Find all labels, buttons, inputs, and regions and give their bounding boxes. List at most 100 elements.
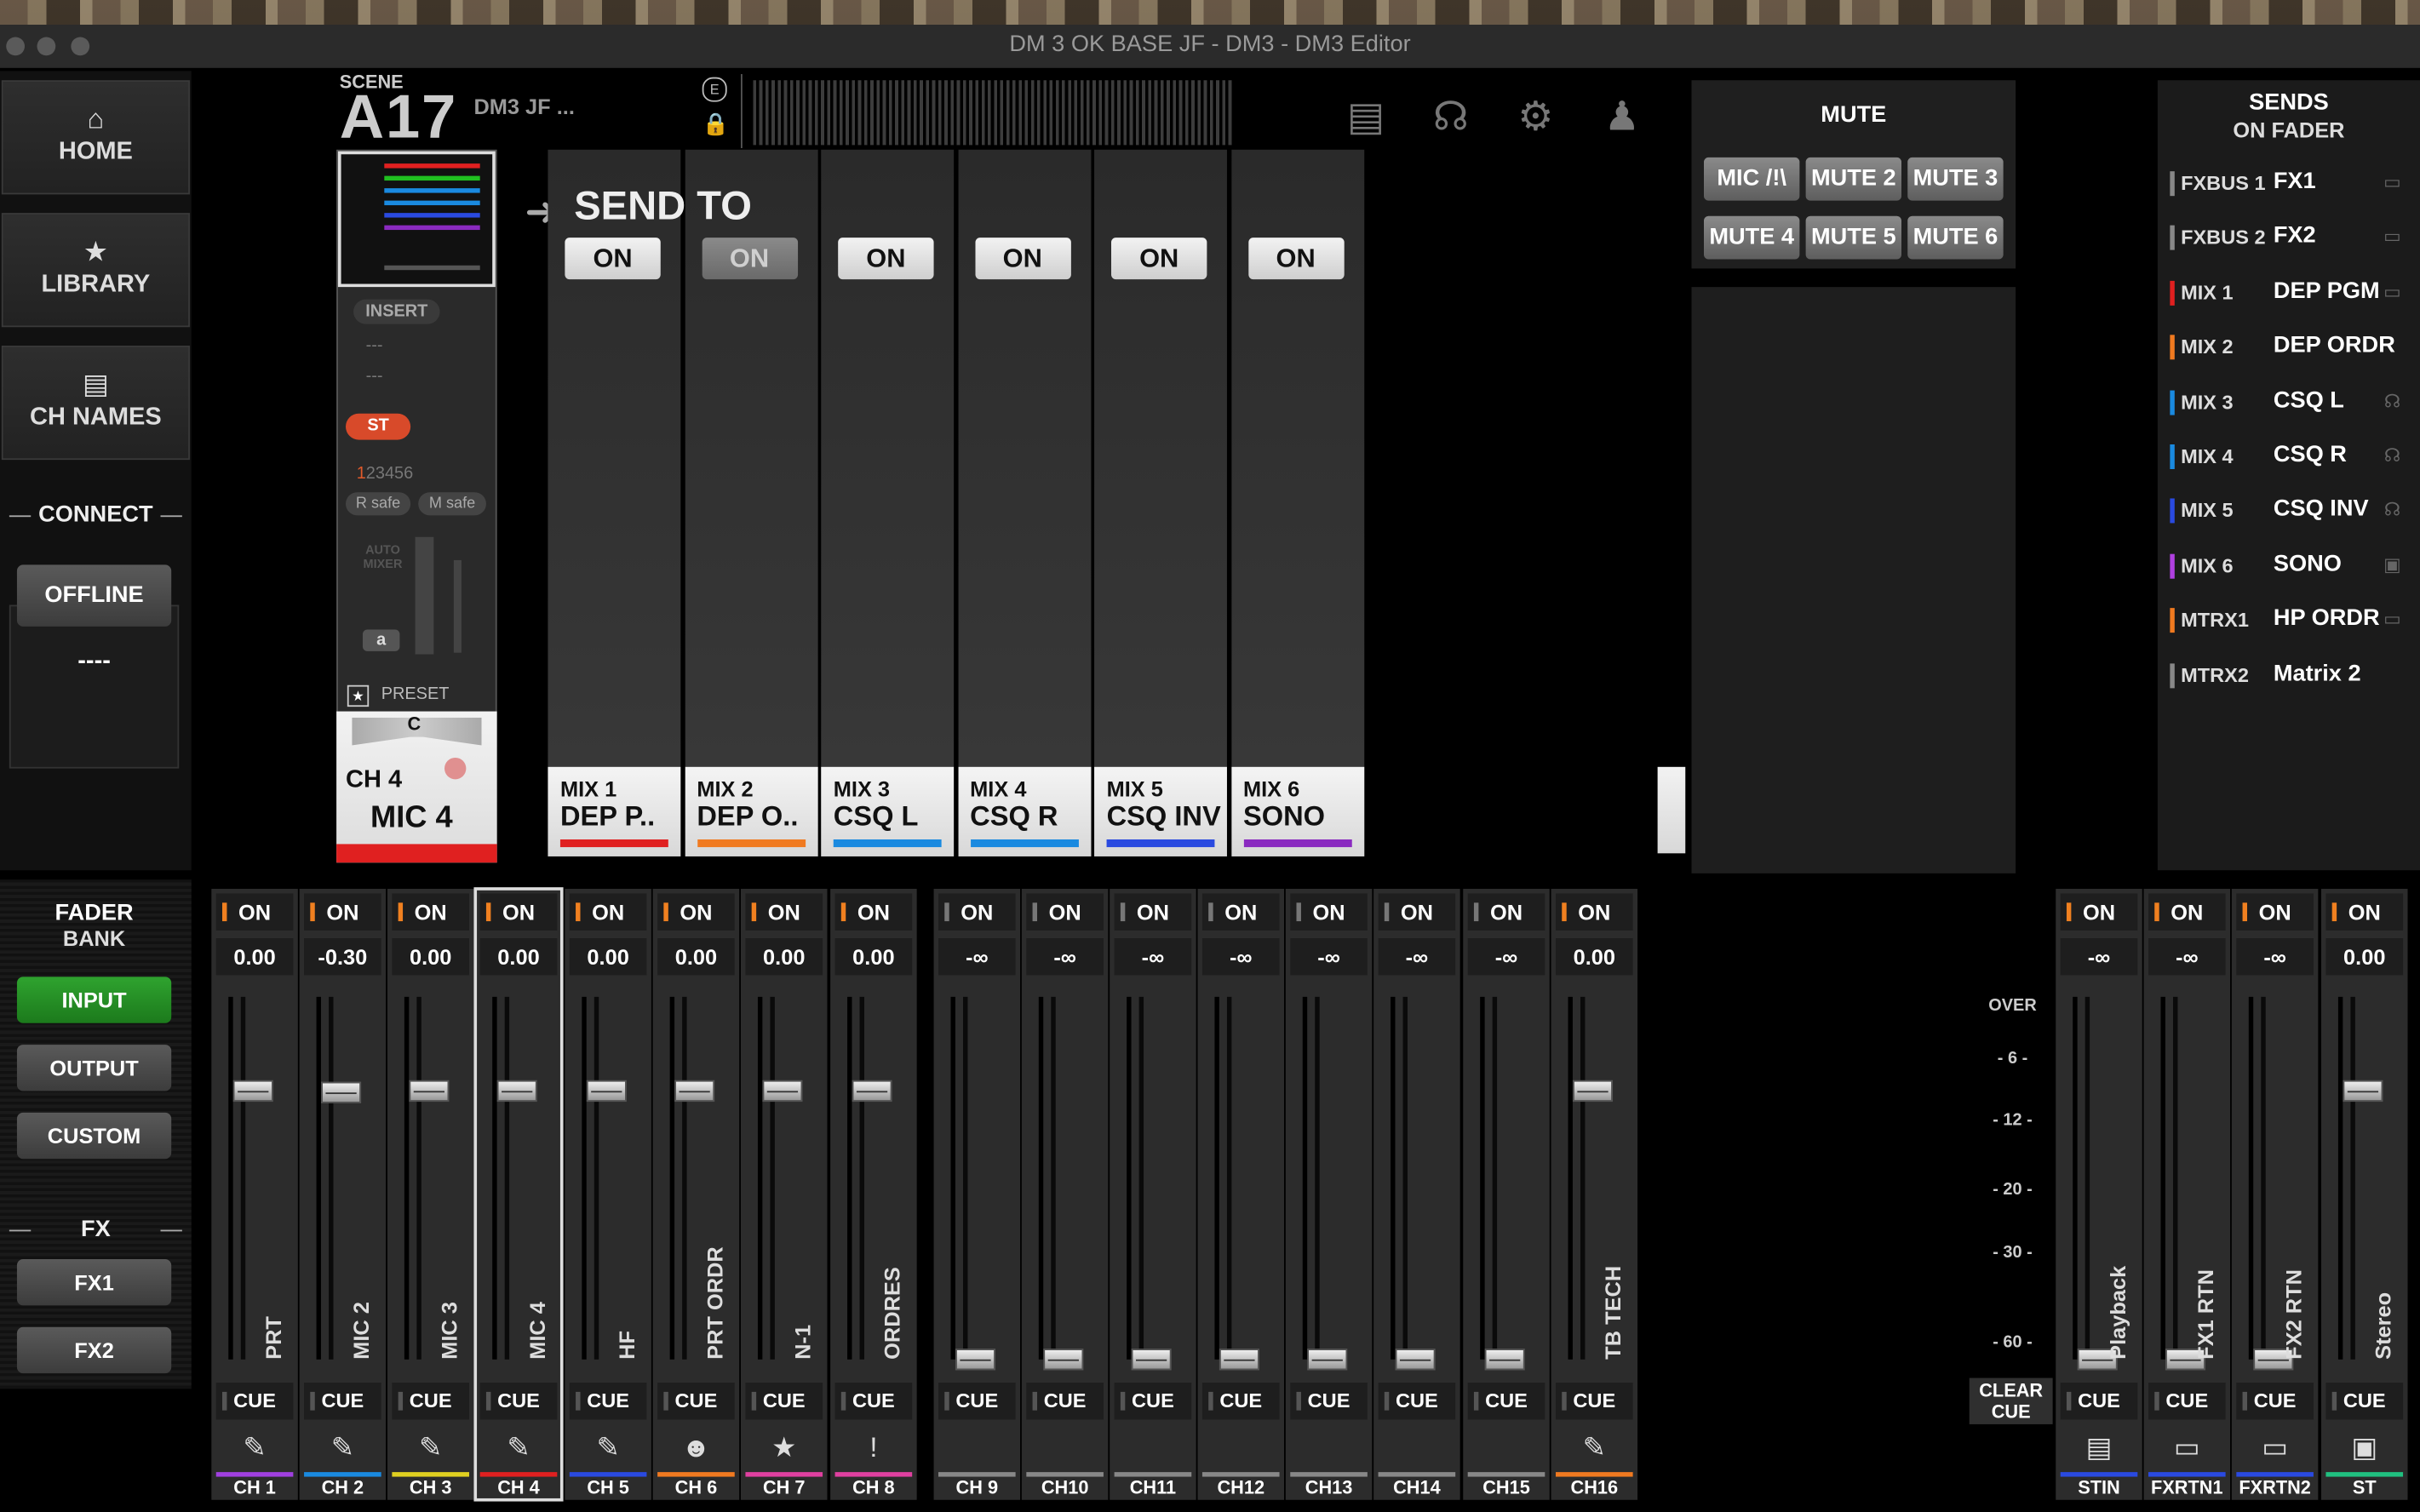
- scene-title[interactable]: DM3 JF ...: [473, 94, 574, 119]
- send-row[interactable]: MTRX1 HP ORDR ▭: [2170, 605, 2411, 636]
- edit-icon[interactable]: E: [702, 77, 727, 102]
- fader-knob[interactable]: [2343, 1080, 2383, 1102]
- custom-bank-button[interactable]: CUSTOM: [16, 1112, 172, 1160]
- fader-knob[interactable]: [1131, 1349, 1172, 1371]
- auto-mixer-group-button[interactable]: a: [362, 629, 400, 651]
- mute-safe-button[interactable]: M safe: [418, 492, 486, 516]
- channel-number[interactable]: CH 9: [934, 1477, 1021, 1505]
- fader-value[interactable]: -∞: [1026, 938, 1104, 976]
- speaker-icon[interactable]: ▣: [2325, 1426, 2403, 1469]
- channel-number[interactable]: CH 2: [300, 1477, 387, 1505]
- send-mix-label[interactable]: MIX 5 CSQ INV: [1094, 766, 1227, 856]
- send-on-button[interactable]: ON: [838, 238, 934, 280]
- library-button[interactable]: ★ LIBRARY: [1, 213, 190, 328]
- channel-number[interactable]: STIN: [2056, 1477, 2142, 1505]
- channel-on-button[interactable]: ON: [745, 893, 823, 931]
- channel-number[interactable]: ST: [2321, 1477, 2408, 1505]
- send-mix-label[interactable]: MIX 4 CSQ R: [957, 766, 1091, 856]
- usb-icon[interactable]: ▤: [2061, 1426, 2138, 1469]
- cue-button[interactable]: CUE: [1114, 1383, 1192, 1420]
- ch-names-button[interactable]: ▤ CH NAMES: [1, 346, 190, 461]
- scene-number[interactable]: A17: [340, 83, 457, 153]
- cue-button[interactable]: CUE: [938, 1383, 1016, 1420]
- channel-on-button[interactable]: ON: [569, 893, 647, 931]
- cue-button[interactable]: CUE: [1467, 1383, 1545, 1420]
- fader-value[interactable]: -∞: [1378, 938, 1456, 976]
- insert-slot-2[interactable]: ---: [366, 367, 383, 386]
- channel-on-button[interactable]: ON: [1467, 893, 1545, 931]
- preset-star-icon[interactable]: ★: [347, 684, 370, 707]
- fader-value[interactable]: 0.00: [657, 938, 735, 976]
- channel-on-button[interactable]: ON: [1026, 893, 1104, 931]
- channel-on-button[interactable]: ON: [2148, 893, 2226, 931]
- cue-button[interactable]: CUE: [1026, 1383, 1104, 1420]
- fader-knob[interactable]: [1484, 1349, 1525, 1371]
- channel-number[interactable]: CH 6: [653, 1477, 740, 1505]
- dca-assign[interactable]: 123456: [357, 465, 414, 484]
- fader-knob[interactable]: [955, 1349, 996, 1371]
- next-send-partial[interactable]: [1657, 766, 1686, 854]
- lock-icon[interactable]: 🔒: [702, 112, 730, 136]
- channel-number[interactable]: CH16: [1551, 1477, 1638, 1505]
- cue-button[interactable]: CUE: [304, 1383, 381, 1420]
- channel-number[interactable]: CH15: [1463, 1477, 1550, 1505]
- channel-on-button[interactable]: ON: [479, 893, 558, 931]
- channel-number[interactable]: CH13: [1286, 1477, 1373, 1505]
- preset-label[interactable]: PRESET: [381, 685, 450, 704]
- channel-on-button[interactable]: ON: [2060, 893, 2138, 931]
- mic-icon[interactable]: ✎: [392, 1426, 469, 1469]
- channel-icon[interactable]: [1026, 1426, 1104, 1469]
- channel-number[interactable]: CH 7: [741, 1477, 828, 1505]
- mute-group-button[interactable]: MUTE 2: [1805, 157, 1901, 201]
- channel-on-button[interactable]: ON: [657, 893, 735, 931]
- input-bank-button[interactable]: INPUT: [16, 976, 172, 1023]
- send-on-button[interactable]: ON: [701, 238, 798, 280]
- insert-button[interactable]: INSERT: [353, 299, 440, 324]
- mute-group-button[interactable]: MUTE 3: [1907, 157, 2004, 201]
- cue-button[interactable]: CUE: [2148, 1383, 2226, 1420]
- offline-button[interactable]: OFFLINE: [16, 564, 172, 627]
- auto-mixer-label[interactable]: AUTO MIXER: [357, 543, 410, 571]
- cue-button[interactable]: CUE: [1556, 1383, 1633, 1420]
- channel-on-button[interactable]: ON: [1378, 893, 1456, 931]
- exclaim-icon[interactable]: !: [835, 1426, 913, 1469]
- channel-number[interactable]: FXRTN1: [2144, 1477, 2231, 1505]
- channel-on-button[interactable]: ON: [304, 893, 381, 931]
- fader-value[interactable]: -∞: [1201, 938, 1280, 976]
- fader-knob[interactable]: [1572, 1080, 1614, 1102]
- channel-on-button[interactable]: ON: [1290, 893, 1368, 931]
- channel-on-button[interactable]: ON: [1201, 893, 1280, 931]
- mic-icon[interactable]: ✎: [480, 1426, 558, 1469]
- cue-button[interactable]: CUE: [392, 1383, 469, 1420]
- send-row[interactable]: MTRX2 Matrix 2: [2170, 660, 2411, 690]
- channel-icon[interactable]: [1202, 1426, 1280, 1469]
- cue-button[interactable]: CUE: [1290, 1383, 1368, 1420]
- mute-group-button[interactable]: MUTE 4: [1704, 215, 1800, 260]
- fader-value[interactable]: 0.00: [1556, 938, 1633, 976]
- recorder-icon[interactable]: ▤: [1343, 93, 1389, 139]
- channel-on-button[interactable]: ON: [938, 893, 1016, 931]
- channel-on-button[interactable]: ON: [1556, 893, 1633, 931]
- fader-value[interactable]: 0.00: [392, 938, 469, 976]
- fader-knob[interactable]: [762, 1080, 803, 1102]
- channel-icon[interactable]: [938, 1426, 1016, 1469]
- cue-button[interactable]: CUE: [2325, 1383, 2404, 1420]
- cue-button[interactable]: CUE: [215, 1383, 294, 1420]
- clear-cue-button[interactable]: CLEAR CUE: [1969, 1377, 2053, 1424]
- fader-knob[interactable]: [321, 1081, 362, 1104]
- fx2-button[interactable]: FX2: [16, 1326, 172, 1374]
- channel-number[interactable]: CH14: [1373, 1477, 1460, 1505]
- mute-group-button[interactable]: MUTE 6: [1907, 215, 2004, 260]
- gear-icon[interactable]: ⚙: [1512, 93, 1558, 139]
- mic-icon[interactable]: ✎: [304, 1426, 381, 1469]
- fader-knob[interactable]: [496, 1080, 537, 1102]
- channel-on-button[interactable]: ON: [2325, 893, 2404, 931]
- fader-knob[interactable]: [232, 1080, 273, 1102]
- fader-value[interactable]: -0.30: [304, 938, 381, 976]
- cue-button[interactable]: CUE: [834, 1383, 913, 1420]
- send-row[interactable]: FXBUS 1 FX1 ▭: [2170, 169, 2411, 199]
- cue-button[interactable]: CUE: [1201, 1383, 1280, 1420]
- fader-value[interactable]: 0.00: [569, 938, 647, 976]
- cue-button[interactable]: CUE: [745, 1383, 823, 1420]
- insert-slot-1[interactable]: ---: [366, 336, 383, 355]
